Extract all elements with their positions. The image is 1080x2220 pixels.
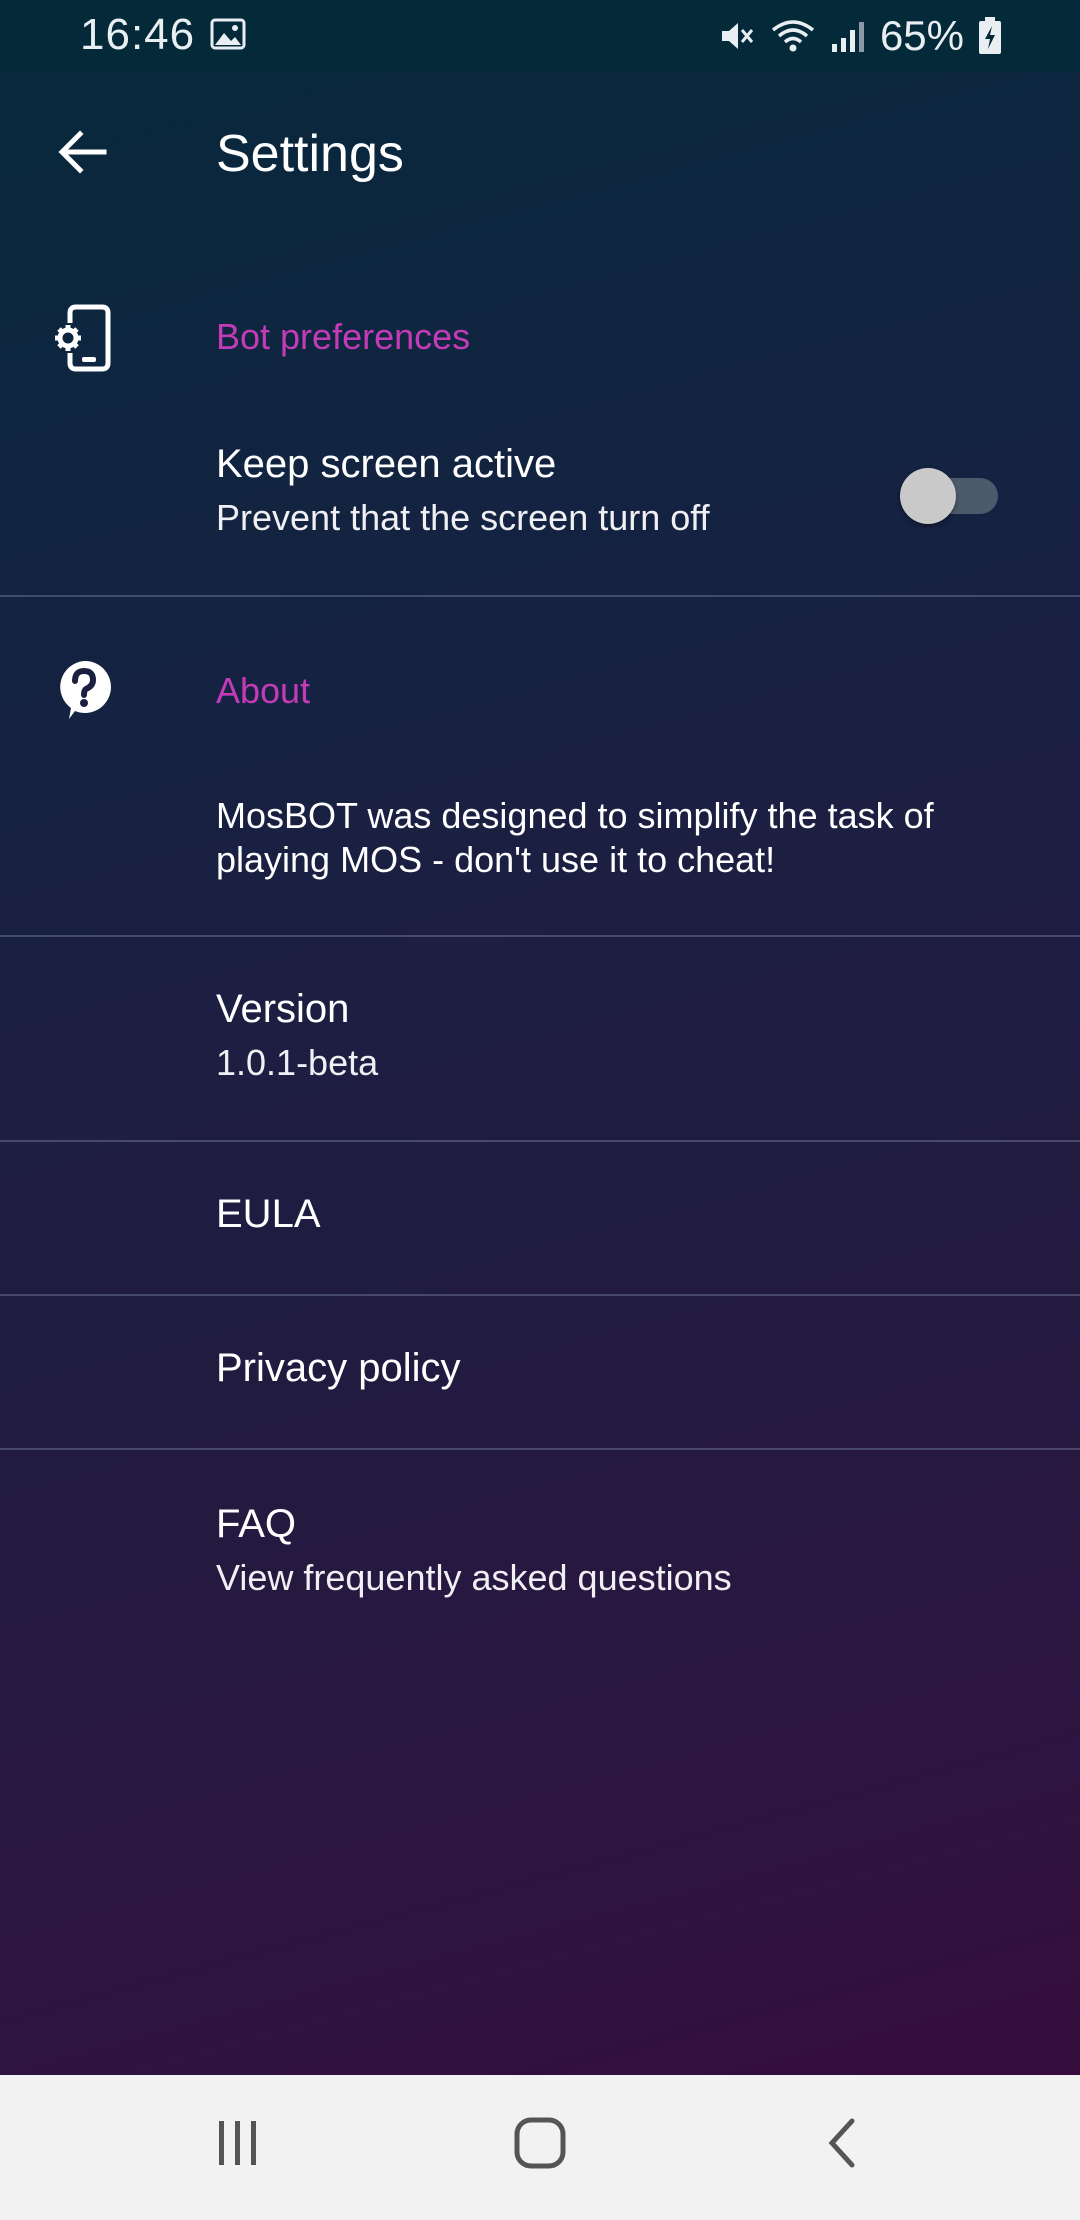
divider [0,595,1080,597]
recents-button[interactable] [178,2095,298,2195]
keep-screen-active-summary: Prevent that the screen turn off [216,497,710,538]
status-time: 16:46 [80,10,196,59]
status-bar: 16:46 65% [0,0,1080,72]
image-notification-icon [210,18,246,50]
version-value: 1.0.1-beta [216,1042,379,1083]
privacy-policy-title: Privacy policy [216,1346,461,1390]
faq-row[interactable]: FAQ View frequently asked questions [0,1450,1080,1640]
switch-thumb [900,468,956,524]
nav-back-icon [822,2116,862,2175]
faq-summary: View frequently asked questions [216,1557,732,1598]
version-row[interactable]: Version 1.0.1-beta [0,937,1080,1140]
home-button[interactable] [480,2095,600,2195]
keep-screen-active-title: Keep screen active [216,442,557,486]
arrow-left-icon [54,124,110,185]
recents-icon [213,2118,263,2173]
back-button[interactable] [46,118,118,190]
battery-charging-icon [978,16,1002,56]
system-nav-bar [0,2075,1080,2220]
phone-settings-icon [52,304,116,372]
page-title: Settings [216,125,404,183]
eula-title: EULA [216,1192,321,1236]
about-description-line2: playing MOS - don't use it to cheat! [216,839,776,880]
keep-screen-active-switch[interactable] [900,462,1000,524]
section-header-bot-preferences: Bot preferences [216,316,471,357]
faq-title: FAQ [216,1502,297,1546]
wifi-icon [770,16,816,56]
about-description-row: MosBOT was designed to simplify the task… [0,770,1080,935]
eula-row[interactable]: EULA [0,1142,1080,1294]
about-description-line1: MosBOT was designed to simplify the task… [216,795,934,836]
signal-icon [830,16,866,56]
version-title: Version [216,987,350,1031]
section-header-about: About [216,670,311,711]
status-indicators: 65% [716,12,1002,60]
nav-back-button[interactable] [782,2095,902,2195]
home-icon [513,2116,567,2175]
mute-icon [716,16,756,56]
app-bar: Settings [0,72,1080,242]
privacy-policy-row[interactable]: Privacy policy [0,1296,1080,1448]
battery-percent: 65% [879,12,964,59]
help-circle-icon [52,658,116,722]
